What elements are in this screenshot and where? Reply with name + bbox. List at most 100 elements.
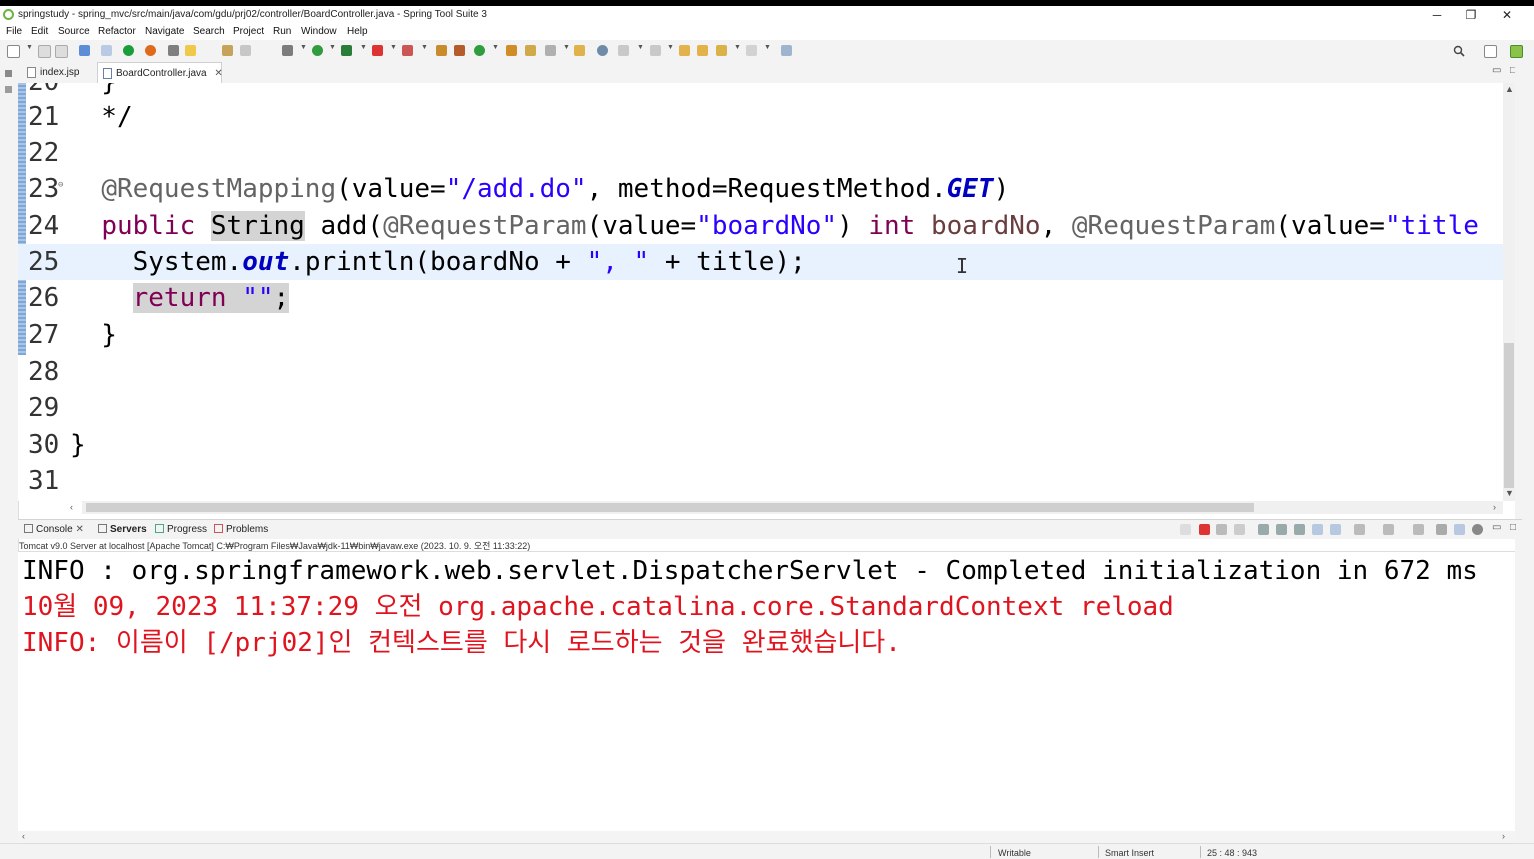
stop-icon[interactable] <box>372 45 383 56</box>
minimize-button[interactable]: ─ <box>1419 6 1455 24</box>
maximize-panel-icon[interactable]: □ <box>1510 522 1516 533</box>
editor-vertical-scroll-thumb[interactable] <box>1504 343 1514 488</box>
menu-project[interactable]: Project <box>233 26 264 37</box>
remove-all-icon[interactable] <box>1234 524 1245 535</box>
line-number: 27 <box>28 320 60 350</box>
close-tab-icon[interactable]: ✕ <box>75 524 83 535</box>
prev-annotation-icon[interactable] <box>650 45 661 56</box>
tab-servers[interactable]: Servers <box>98 524 147 535</box>
scroll-left-icon[interactable]: ‹ <box>22 831 25 841</box>
debug-view-icon[interactable] <box>1454 524 1465 535</box>
open-console-icon[interactable] <box>1413 524 1424 535</box>
edit-icon[interactable] <box>222 45 233 56</box>
new-class-icon[interactable] <box>474 45 485 56</box>
menu-edit[interactable]: Edit <box>31 26 48 37</box>
refresh-icon[interactable] <box>145 45 156 56</box>
menu-window[interactable]: Window <box>301 26 337 37</box>
open-type-icon[interactable] <box>506 45 517 56</box>
search-tool-icon[interactable] <box>545 45 556 56</box>
pin-editor-icon[interactable] <box>781 45 792 56</box>
open-perspective-icon[interactable] <box>1484 45 1497 58</box>
dropdown-arrow-icon[interactable]: ▼ <box>26 44 33 51</box>
dropdown-arrow-icon[interactable]: ▼ <box>764 44 771 51</box>
coverage-icon[interactable] <box>341 45 352 56</box>
annotation-icon[interactable] <box>574 45 585 56</box>
restore-button[interactable]: ❐ <box>1453 6 1489 24</box>
display-console-icon[interactable] <box>1383 524 1394 535</box>
minimize-editor-icon[interactable]: ▭ <box>1492 65 1501 76</box>
dropdown-arrow-icon[interactable]: ▼ <box>300 44 307 51</box>
dropdown-arrow-icon[interactable]: ▼ <box>390 44 397 51</box>
remove-launch-icon[interactable] <box>1216 524 1227 535</box>
tab-boardcontroller-java[interactable]: BoardController.java ✕ <box>97 62 223 83</box>
view-menu-icon[interactable] <box>1436 524 1447 535</box>
tab-index-jsp[interactable]: index.jsp <box>22 62 96 83</box>
external-tools-icon[interactable] <box>402 45 413 56</box>
pin-console-icon[interactable] <box>1354 524 1365 535</box>
menu-run[interactable]: Run <box>273 26 291 37</box>
globe-icon[interactable] <box>597 45 608 56</box>
open-task-icon[interactable] <box>525 45 536 56</box>
console-output[interactable]: INFO : org.springframework.web.servlet.D… <box>18 551 1515 832</box>
dropdown-arrow-icon[interactable]: ▼ <box>360 44 367 51</box>
spring-boot-icon[interactable] <box>123 45 134 56</box>
console-horizontal-scrollbar[interactable]: ‹ › <box>18 831 1515 843</box>
restore-view-icon[interactable] <box>5 70 12 77</box>
menu-help[interactable]: Help <box>347 26 368 37</box>
save-all-icon[interactable] <box>55 45 68 58</box>
new-package-icon[interactable] <box>454 45 465 56</box>
dropdown-arrow-icon[interactable]: ▼ <box>637 44 644 51</box>
terminate-icon[interactable] <box>1199 524 1210 535</box>
menu-search[interactable]: Search <box>193 26 225 37</box>
scroll-left-icon[interactable]: ‹ <box>70 502 73 512</box>
close-tab-icon[interactable]: ✕ <box>214 68 222 79</box>
scroll-right-icon[interactable]: › <box>1493 502 1496 512</box>
dropdown-arrow-icon[interactable]: ▼ <box>492 44 499 51</box>
mark-icon[interactable] <box>185 45 196 56</box>
menu-navigate[interactable]: Navigate <box>145 26 184 37</box>
tool-icon[interactable] <box>168 45 179 56</box>
back-history-icon[interactable] <box>716 45 727 56</box>
back-icon[interactable] <box>697 45 708 56</box>
save-icon[interactable] <box>38 45 51 58</box>
show-stdout-icon[interactable] <box>1312 524 1323 535</box>
scroll-right-icon[interactable]: › <box>1502 831 1505 841</box>
fold-toggle-icon[interactable]: ⊖ <box>58 167 63 203</box>
perspective-icon[interactable] <box>1510 45 1523 58</box>
new-file-icon[interactable] <box>7 45 20 58</box>
dropdown-arrow-icon[interactable]: ▼ <box>667 44 674 51</box>
forward-icon[interactable] <box>746 45 757 56</box>
minimize-panel-icon[interactable]: ▭ <box>1492 522 1501 533</box>
scroll-down-icon[interactable]: ▼ <box>1505 488 1514 498</box>
tab-progress[interactable]: Progress <box>155 524 207 535</box>
tab-problems[interactable]: Problems <box>214 524 268 535</box>
dropdown-arrow-icon[interactable]: ▼ <box>563 44 570 51</box>
debug-icon[interactable] <box>282 45 293 56</box>
show-whitespace-icon[interactable] <box>240 45 251 56</box>
package-explorer-icon[interactable] <box>5 86 12 93</box>
gear-icon[interactable] <box>1472 524 1483 535</box>
dropdown-arrow-icon[interactable]: ▼ <box>329 44 336 51</box>
next-annotation-icon[interactable] <box>618 45 629 56</box>
clear-console-icon[interactable] <box>1258 524 1269 535</box>
menu-refactor[interactable]: Refactor <box>98 26 136 37</box>
last-edit-icon[interactable] <box>679 45 690 56</box>
menu-source[interactable]: Source <box>58 26 90 37</box>
close-window-button[interactable]: ✕ <box>1489 6 1525 24</box>
dropdown-arrow-icon[interactable]: ▼ <box>421 44 428 51</box>
console-toolbar-icon[interactable] <box>1180 524 1191 535</box>
terminal-icon[interactable] <box>79 45 90 56</box>
skip-breakpoints-icon[interactable] <box>101 45 112 56</box>
tab-console[interactable]: Console ✕ <box>24 524 84 535</box>
new-java-project-icon[interactable] <box>436 45 447 56</box>
code-editor[interactable]: 20 } 21 */ 22 23 ⊖ @RequestMapping(value… <box>18 83 1503 501</box>
search-icon[interactable] <box>1453 45 1465 57</box>
scroll-lock-icon[interactable] <box>1276 524 1287 535</box>
menu-file[interactable]: File <box>6 26 22 37</box>
scroll-up-icon[interactable]: ▲ <box>1505 84 1514 94</box>
show-stderr-icon[interactable] <box>1330 524 1341 535</box>
word-wrap-icon[interactable] <box>1294 524 1305 535</box>
dropdown-arrow-icon[interactable]: ▼ <box>734 44 741 51</box>
run-icon[interactable] <box>312 45 323 56</box>
editor-horizontal-scroll-thumb[interactable] <box>86 503 1254 512</box>
